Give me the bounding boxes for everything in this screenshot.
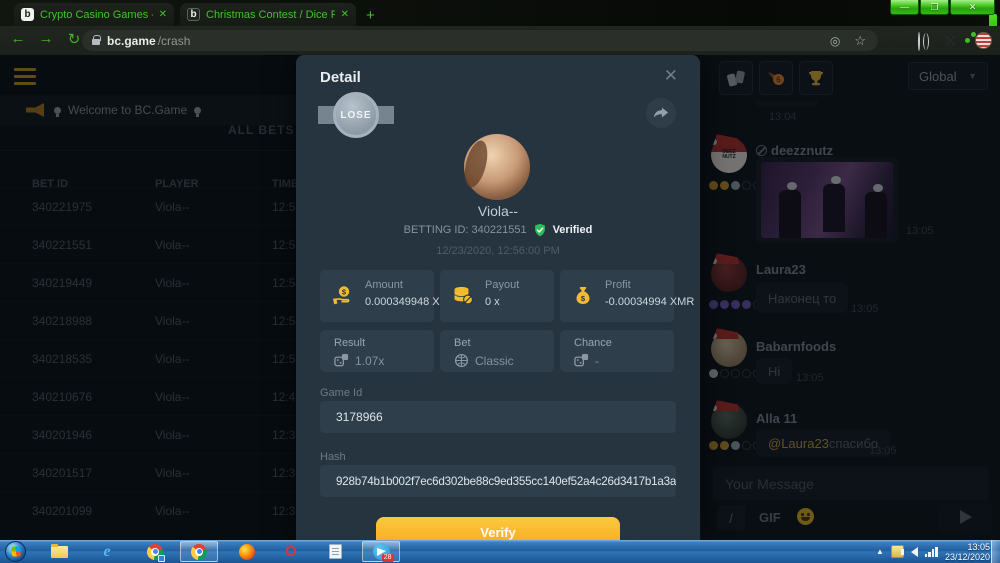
reload-icon[interactable]: ↻	[64, 30, 84, 48]
windows-logo-icon	[10, 547, 20, 557]
taskbar-chrome-profile[interactable]	[136, 541, 174, 562]
lock-icon	[92, 39, 100, 45]
taskbar-clock[interactable]: 13:0523/12/2020	[945, 542, 990, 562]
windows-taskbar: e O 28 ▲ 13:0523/12/2020	[0, 540, 1000, 563]
system-tray: ▲ 13:0523/12/2020	[876, 540, 990, 563]
url-domain: bc.game	[107, 34, 156, 48]
opera-icon: O	[285, 543, 297, 560]
taskbar-chrome-active[interactable]	[180, 541, 218, 562]
player-avatar	[464, 134, 530, 200]
address-bar[interactable]: bc.game /crash ◎ ☆	[82, 30, 878, 51]
taskbar-opera[interactable]: O	[272, 541, 310, 562]
chrome-icon	[191, 544, 207, 560]
puzzle-badge-icon	[158, 555, 165, 562]
coin-hand-icon: $	[331, 284, 355, 313]
browser-titlebar: b Crypto Casino Games - The 16 B ✕ b Chr…	[0, 0, 1000, 26]
share-arrow-icon	[652, 104, 670, 122]
notepad-icon	[329, 544, 342, 559]
dice-icon	[334, 353, 349, 368]
verified-shield-icon	[533, 223, 547, 237]
taskbar-notepad[interactable]	[316, 541, 354, 562]
desktop: b Crypto Casino Games - The 16 B ✕ b Chr…	[0, 0, 1000, 563]
taskbar-telegram[interactable]: 28	[362, 541, 400, 562]
browser-tab-1[interactable]: b Crypto Casino Games - The 16 B ✕	[14, 3, 174, 26]
player-name: Viola--	[296, 203, 700, 219]
bookmark-star-icon[interactable]: ☆	[854, 33, 866, 49]
firefox-icon	[239, 544, 255, 560]
share-button[interactable]	[646, 98, 676, 128]
modal-close-icon[interactable]: ✕	[664, 66, 678, 86]
start-button[interactable]	[5, 541, 26, 562]
network-signal-icon[interactable]	[925, 546, 938, 557]
chrome-icon	[147, 544, 163, 560]
stat-card-amount: $ Amount 0.000349948 XMR	[320, 270, 434, 322]
window-controls: — ❐ ✕	[890, 0, 995, 15]
hidden-icons-arrow[interactable]: ▲	[876, 547, 884, 556]
page-tools-icon[interactable]: ◎	[830, 34, 840, 48]
new-tab-button[interactable]: +	[366, 7, 375, 24]
notification-badge: 28	[382, 554, 394, 562]
browser-profile-avatar[interactable]	[975, 32, 992, 49]
ie-icon: e	[103, 543, 110, 561]
lose-badge: LOSE	[318, 91, 394, 139]
restore-button[interactable]: ❐	[920, 0, 949, 15]
stat-card-result: Result 1.07x	[320, 330, 434, 372]
modal-title: Detail	[320, 69, 361, 86]
tab-title: Christmas Contest / Dice Roll Hu	[206, 9, 335, 21]
close-button[interactable]: ✕	[950, 0, 995, 15]
tab-title: Crypto Casino Games - The 16 B	[40, 9, 153, 21]
tab-close-icon[interactable]: ✕	[159, 9, 167, 20]
bet-detail-modal: Detail ✕ LOSE Viola-- BETTING ID: 340221…	[296, 55, 700, 540]
bet-datetime: 12/23/2020, 12:56:00 PM	[296, 245, 700, 257]
game-id-field[interactable]: 3178966	[320, 401, 676, 433]
forward-icon[interactable]: →	[36, 30, 56, 47]
bcgame-favicon: b	[187, 8, 200, 21]
dice-icon	[574, 353, 589, 368]
tab-close-icon[interactable]: ✕	[341, 9, 349, 20]
betting-id: BETTING ID: 340221551	[404, 224, 527, 236]
money-bag-icon: $	[571, 284, 595, 313]
volume-icon[interactable]	[911, 547, 918, 557]
stat-card-profit: $ Profit -0.00034994 XMR	[560, 270, 674, 322]
hash-field[interactable]: 928b74b1b002f7ec6d302be88c9ed355cc140ef5…	[320, 465, 676, 497]
taskbar-internet-explorer[interactable]: e	[88, 541, 126, 562]
url-path: /crash	[158, 34, 191, 48]
folder-icon	[51, 546, 68, 558]
minimize-button[interactable]: —	[890, 0, 919, 15]
taskbar-firefox[interactable]	[228, 541, 266, 562]
game-id-label: Game Id	[320, 387, 362, 399]
stat-card-bet: Bet Classic	[440, 330, 554, 372]
browser-tab-2[interactable]: b Christmas Contest / Dice Roll Hu ✕	[180, 3, 356, 26]
taskbar-explorer[interactable]	[40, 541, 78, 562]
verify-button[interactable]: Verify	[376, 517, 620, 540]
telegram-icon: 28	[373, 543, 390, 560]
show-desktop-button[interactable]	[991, 540, 1000, 563]
hash-label: Hash	[320, 451, 346, 463]
browser-toolbar: ← → ↻ bc.game /crash ◎ ☆	[0, 26, 1000, 55]
stat-card-payout: Payout 0 x	[440, 270, 554, 322]
bcgame-favicon: b	[21, 8, 34, 21]
globe-extension-icon[interactable]	[918, 33, 920, 51]
verified-label: Verified	[553, 224, 593, 236]
back-icon[interactable]: ←	[8, 30, 28, 47]
ball-icon	[454, 353, 469, 368]
browser-viewport: Welcome to BC.Game ALL BETS BET ID PLAYE…	[0, 55, 1000, 540]
coin-stack-icon	[451, 284, 475, 313]
stat-card-chance: Chance -	[560, 330, 674, 372]
